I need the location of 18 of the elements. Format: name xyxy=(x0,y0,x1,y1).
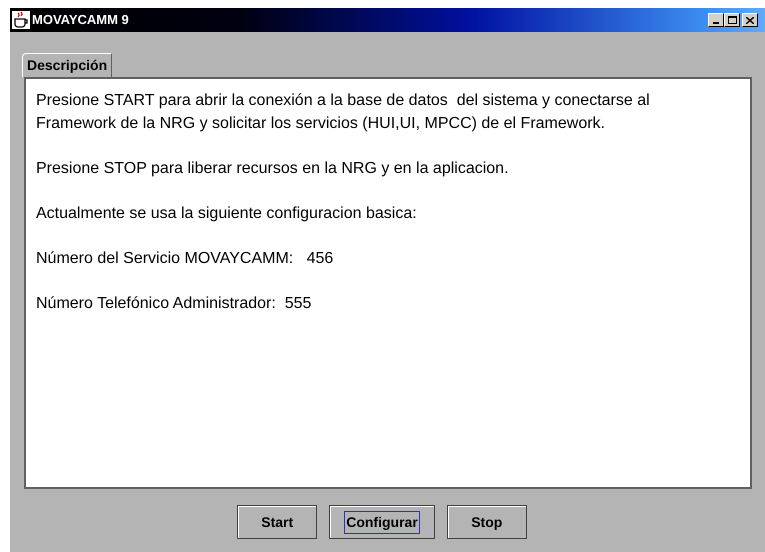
coffee-cup-icon xyxy=(12,11,30,29)
maximize-icon xyxy=(728,16,736,24)
minimize-icon xyxy=(713,22,719,24)
minimize-button[interactable] xyxy=(708,13,724,27)
description-text: Número del Servicio MOVAYCAMM: 456 xyxy=(36,249,334,269)
description-text: Presione STOP para liberar recursos en la NRG y en la aplicacion. xyxy=(36,159,510,179)
maximize-button[interactable] xyxy=(724,13,740,27)
close-button[interactable] xyxy=(742,13,758,27)
action-button[interactable]: Configurar xyxy=(329,505,435,539)
window-title: MOVAYCAMM 9 xyxy=(32,11,129,30)
close-icon xyxy=(746,16,754,24)
description-text: Framework de la NRG y solicitar los servicios (HUI,UI, MPCC) de el Framework. xyxy=(36,114,606,134)
description-text: Presione START para abrir la conexión a la base de datos del sistema y conectarse al xyxy=(36,91,651,111)
description-text: Número Telefónico Administrador: 555 xyxy=(36,294,312,314)
action-button[interactable]: Start xyxy=(237,505,318,539)
action-button[interactable]: Stop xyxy=(446,505,527,539)
tab[interactable]: Descripción xyxy=(22,53,112,77)
description-text: Actualmente se usa la siguiente configuracion basica: xyxy=(36,204,418,224)
